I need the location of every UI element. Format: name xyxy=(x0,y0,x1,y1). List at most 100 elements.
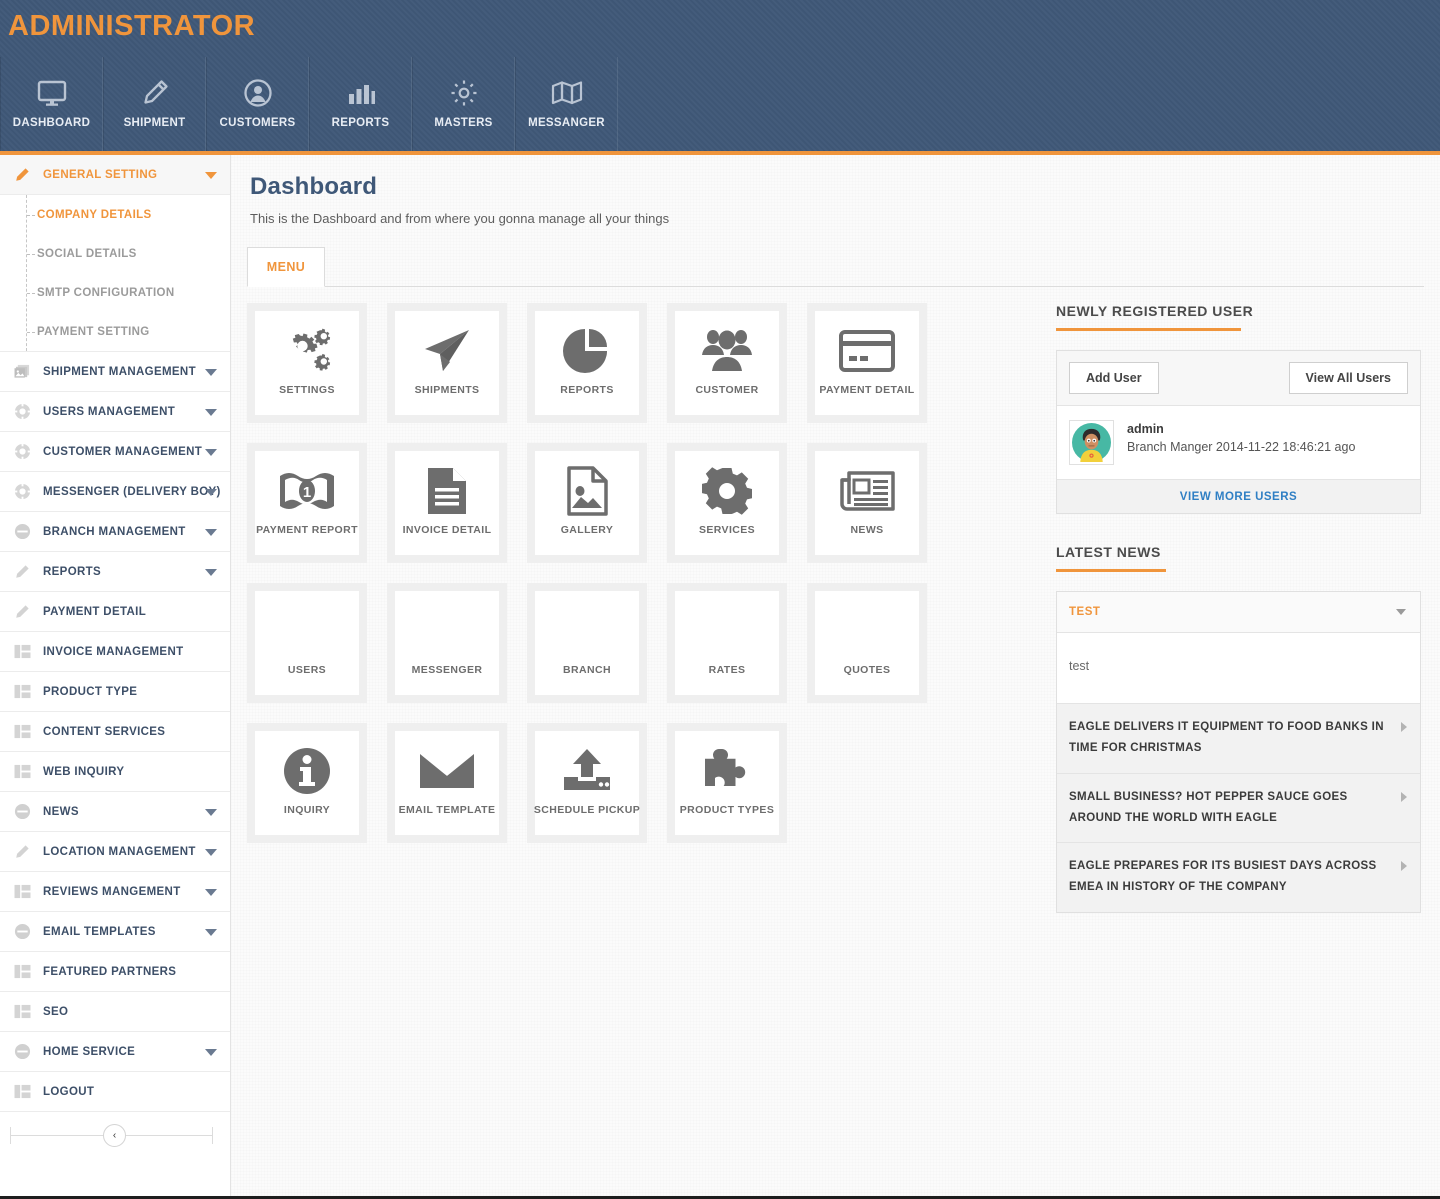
sidebar-item-label: GENERAL SETTING xyxy=(43,168,158,181)
sidebar-item-label: EMAIL TEMPLATES xyxy=(43,925,156,938)
nav-item-dashboard[interactable]: DASHBOARD xyxy=(0,57,103,151)
tile-shipments[interactable]: SHIPMENTS xyxy=(387,303,507,423)
tab-menu[interactable]: MENU xyxy=(247,247,325,287)
sidebar-item-home-service[interactable]: HOME SERVICE xyxy=(0,1032,230,1072)
minus-circle-icon xyxy=(10,523,34,540)
info-circle-icon xyxy=(282,742,332,800)
bar-chart-icon xyxy=(346,75,376,111)
gear-icon xyxy=(449,75,479,111)
tile-customer[interactable]: CUSTOMER xyxy=(667,303,787,423)
sidebar-item-featured-partners[interactable]: FEATURED PARTNERS xyxy=(0,952,230,992)
nav-item-shipment[interactable]: SHIPMENT xyxy=(103,57,206,151)
tile-services[interactable]: SERVICES xyxy=(667,443,787,563)
sidebar-item-content-services[interactable]: CONTENT SERVICES xyxy=(0,712,230,752)
pencil-icon xyxy=(10,167,34,183)
sidebar-item-reports[interactable]: REPORTS xyxy=(0,552,230,592)
sidebar-subitem-payment-setting[interactable]: PAYMENT SETTING xyxy=(27,312,230,351)
tile-schedule-pickup[interactable]: SCHEDULE PICKUP xyxy=(527,723,647,843)
latest-news-heading: LATEST NEWS xyxy=(1056,544,1161,560)
sidebar-item-branch-management[interactable]: BRANCH MANAGEMENT xyxy=(0,512,230,552)
tile-label: SHIPMENTS xyxy=(414,384,480,396)
sidebar-item-label: REPORTS xyxy=(43,565,102,578)
sidebar-subitem-social-details[interactable]: SOCIAL DETAILS xyxy=(27,234,230,273)
tile-users[interactable]: USERS xyxy=(247,583,367,703)
sidebar-item-messenger-delivery-boy[interactable]: MESSENGER (DELIVERY BOY) xyxy=(0,472,230,512)
news-item-title: SMALL BUSINESS? HOT PEPPER SAUCE GOES AR… xyxy=(1069,790,1348,824)
tile-settings[interactable]: SETTINGS xyxy=(247,303,367,423)
tile-branch[interactable]: BRANCH xyxy=(527,583,647,703)
sidebar-subitem-label: PAYMENT SETTING xyxy=(37,325,150,338)
tile-label: QUOTES xyxy=(843,664,891,676)
sidebar-item-news[interactable]: NEWS xyxy=(0,792,230,832)
sidebar-item-label: MESSENGER (DELIVERY BOY) xyxy=(43,485,221,498)
nav-item-customers[interactable]: CUSTOMERS xyxy=(206,57,309,151)
tile-label: GALLERY xyxy=(560,524,614,536)
news-item-title: EAGLE DELIVERS IT EQUIPMENT TO FOOD BANK… xyxy=(1069,721,1384,755)
right-panel: NEWLY REGISTERED USER Add User View All … xyxy=(1056,303,1421,913)
nav-label: REPORTS xyxy=(331,117,390,129)
news-accordion-header[interactable]: TEST xyxy=(1057,592,1420,633)
sidebar-item-label: WEB INQUIRY xyxy=(43,765,125,778)
sidebar-subitem-smtp-configuration[interactable]: SMTP CONFIGURATION xyxy=(27,273,230,312)
sidebar-item-location-management[interactable]: LOCATION MANAGEMENT xyxy=(0,832,230,872)
tab-bar: MENU xyxy=(247,247,1424,287)
gears-icon xyxy=(281,322,333,380)
sidebar-item-seo[interactable]: SEO xyxy=(0,992,230,1032)
nav-item-messanger[interactable]: MESSANGER xyxy=(515,57,618,151)
chevron-right-icon xyxy=(1401,861,1407,872)
newly-registered-user-heading: NEWLY REGISTERED USER xyxy=(1056,303,1254,319)
chevron-down-icon xyxy=(205,368,217,376)
tile-payment-detail[interactable]: PAYMENT DETAIL xyxy=(807,303,927,423)
list-item[interactable]: SMALL BUSINESS? HOT PEPPER SAUCE GOES AR… xyxy=(1057,772,1420,843)
nav-item-masters[interactable]: MASTERS xyxy=(412,57,515,151)
sidebar-item-invoice-management[interactable]: INVOICE MANAGEMENT xyxy=(0,632,230,672)
layout-icon xyxy=(10,724,34,739)
list-item[interactable]: EAGLE DELIVERS IT EQUIPMENT TO FOOD BANK… xyxy=(1057,703,1420,773)
sidebar-item-shipment-management[interactable]: SHIPMENT MANAGEMENT xyxy=(0,352,230,392)
user-row: admin Branch Manger 2014-11-22 18:46:21 … xyxy=(1057,406,1420,479)
pencil-icon xyxy=(10,844,34,860)
tile-reports[interactable]: REPORTS xyxy=(527,303,647,423)
nav-label: DASHBOARD xyxy=(12,117,91,129)
tile-messenger[interactable]: MESSENGER xyxy=(387,583,507,703)
sidebar-collapse-button[interactable]: ‹ xyxy=(103,1124,126,1147)
tile-news[interactable]: NEWS xyxy=(807,443,927,563)
sidebar-item-payment-detail[interactable]: PAYMENT DETAIL xyxy=(0,592,230,632)
add-user-button[interactable]: Add User xyxy=(1069,362,1159,394)
images-icon xyxy=(10,364,34,379)
sidebar-item-general-setting[interactable]: GENERAL SETTING xyxy=(0,155,230,195)
pencil-icon xyxy=(141,75,169,111)
view-all-users-button[interactable]: View All Users xyxy=(1288,362,1408,394)
tile-product-types[interactable]: PRODUCT TYPES xyxy=(667,723,787,843)
tile-row: USERS MESSENGER BRANCH RATES QUOTES xyxy=(247,583,1007,723)
tile-quotes[interactable]: QUOTES xyxy=(807,583,927,703)
minus-circle-icon xyxy=(10,1043,34,1060)
page-subtitle: This is the Dashboard and from where you… xyxy=(250,211,670,226)
view-more-users-link[interactable]: VIEW MORE USERS xyxy=(1057,479,1420,513)
tile-inquiry[interactable]: INQUIRY xyxy=(247,723,367,843)
tile-invoice-detail[interactable]: INVOICE DETAIL xyxy=(387,443,507,563)
nav-item-reports[interactable]: REPORTS xyxy=(309,57,412,151)
sidebar-item-web-inquiry[interactable]: WEB INQUIRY xyxy=(0,752,230,792)
banknote-icon: 1 xyxy=(278,462,336,520)
sidebar-item-logout[interactable]: LOGOUT xyxy=(0,1072,230,1112)
sidebar-item-email-templates[interactable]: EMAIL TEMPLATES xyxy=(0,912,230,952)
tile-email-template[interactable]: EMAIL TEMPLATE xyxy=(387,723,507,843)
sidebar-item-product-type[interactable]: PRODUCT TYPE xyxy=(0,672,230,712)
sidebar-item-label: SHIPMENT MANAGEMENT xyxy=(43,365,196,378)
tile-rates[interactable]: RATES xyxy=(667,583,787,703)
sidebar-item-users-management[interactable]: USERS MANAGEMENT xyxy=(0,392,230,432)
heading-underline xyxy=(1056,328,1241,331)
user-name: admin xyxy=(1127,422,1164,436)
tile-label: SETTINGS xyxy=(279,384,335,396)
sidebar-item-reviews-mangement[interactable]: REVIEWS MANGEMENT xyxy=(0,872,230,912)
newspaper-icon xyxy=(839,462,895,520)
layout-icon xyxy=(10,684,34,699)
tile-payment-report[interactable]: 1 PAYMENT REPORT xyxy=(247,443,367,563)
chevron-down-icon xyxy=(205,888,217,896)
sidebar-subitem-company-details[interactable]: COMPANY DETAILS xyxy=(27,195,230,234)
tile-gallery[interactable]: GALLERY xyxy=(527,443,647,563)
list-item[interactable]: EAGLE PREPARES FOR ITS BUSIEST DAYS ACRO… xyxy=(1057,842,1420,912)
news-accordion-title: TEST xyxy=(1069,606,1101,618)
sidebar-item-customer-management[interactable]: CUSTOMER MANAGEMENT xyxy=(0,432,230,472)
